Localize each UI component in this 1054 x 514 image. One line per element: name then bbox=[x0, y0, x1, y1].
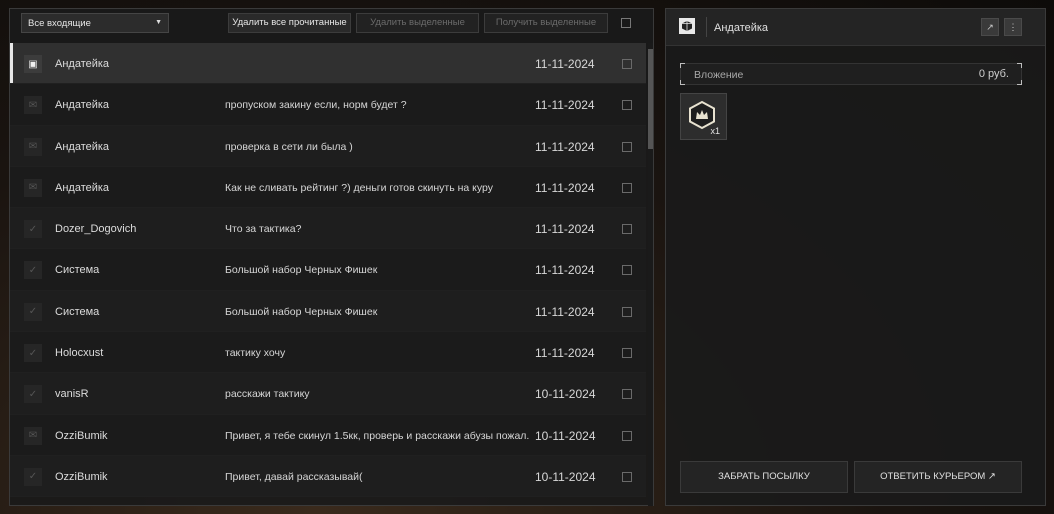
message-sender: Holocxust bbox=[55, 347, 104, 360]
message-sender: Андатейка bbox=[55, 140, 110, 153]
message-date: 11-11-2024 bbox=[535, 180, 595, 195]
message-row[interactable]: ✓ Holocxust тактику хочу 11-11-2024 bbox=[10, 332, 646, 374]
check-icon: ✓ bbox=[24, 302, 42, 321]
envelope-icon: ✉ bbox=[24, 426, 42, 445]
message-date: 11-11-2024 bbox=[535, 139, 595, 154]
check-icon: ✓ bbox=[24, 385, 42, 404]
message-subject: Большой набор Черных Фишек bbox=[225, 264, 378, 277]
message-checkbox[interactable] bbox=[622, 389, 632, 400]
chevron-down-icon: ▼ bbox=[155, 19, 162, 26]
message-subject: Привет, я тебе скинул 1.5кк, проверь и р… bbox=[225, 429, 530, 442]
inbox-panel: Все входящие ▼ Удалить все прочитанные У… bbox=[9, 8, 654, 506]
open-external-button[interactable]: ↗ bbox=[981, 18, 999, 36]
message-date: 11-11-2024 bbox=[535, 222, 595, 237]
message-date: 11-11-2024 bbox=[535, 263, 595, 278]
message-subject: тактику хочу bbox=[225, 347, 286, 360]
detail-sender: Андатейка bbox=[714, 22, 769, 34]
parcel-icon: ▣ bbox=[24, 55, 42, 73]
message-checkbox[interactable] bbox=[622, 348, 632, 359]
message-row[interactable]: ✉ OzziBumik Привет, я тебе скинул 1.5кк, п… bbox=[10, 414, 646, 456]
message-row[interactable]: ▣ Андатейка 11-11-2024 bbox=[10, 43, 646, 85]
message-subject: Что за тактика? bbox=[225, 223, 302, 236]
item-quantity: x1 bbox=[710, 126, 720, 136]
message-detail-panel: Андатейка ↗ ⋮ Вложение 0 руб. x1 ЗАБРАТЬ… bbox=[665, 8, 1046, 506]
message-subject: Как не сливать рейтинг ?) деньги готов с… bbox=[225, 181, 493, 194]
message-checkbox[interactable] bbox=[622, 141, 632, 152]
message-date: 11-11-2024 bbox=[535, 98, 595, 113]
message-date: 10-11-2024 bbox=[535, 428, 596, 443]
check-icon: ✓ bbox=[24, 261, 42, 280]
detail-header: Андатейка ↗ ⋮ bbox=[666, 9, 1045, 46]
message-sender: OzziBumik bbox=[55, 429, 108, 442]
message-row[interactable]: ✓ Система Большой набор Черных Фишек 11-11-… bbox=[10, 249, 646, 291]
message-date: 10-11-2024 bbox=[535, 387, 596, 402]
message-sender: Система bbox=[55, 305, 100, 318]
message-subject: расскажи тактику bbox=[225, 388, 310, 401]
message-sender: OzziBumik bbox=[55, 470, 108, 483]
message-checkbox[interactable] bbox=[622, 224, 632, 235]
message-checkbox[interactable] bbox=[622, 59, 632, 69]
parcel-icon bbox=[679, 18, 695, 34]
message-subject: Привет, давай рассказывай( bbox=[225, 470, 363, 483]
message-date: 11-11-2024 bbox=[535, 346, 595, 361]
envelope-icon: ✉ bbox=[24, 96, 42, 115]
message-subject: Большой набор Черных Фишек bbox=[225, 305, 378, 318]
check-icon: ✓ bbox=[24, 467, 42, 486]
message-row[interactable]: ✉ Андатейка Как не сливать рейтинг ?) день… bbox=[10, 166, 646, 209]
message-subject: проверка в сети ли была ) bbox=[225, 140, 353, 153]
message-row[interactable]: ✉ Андатейка проверка в сети ли была ) 11-11… bbox=[10, 125, 646, 167]
more-menu-button[interactable]: ⋮ bbox=[1004, 18, 1022, 36]
inbox-toolbar: Все входящие ▼ Удалить все прочитанные У… bbox=[10, 9, 653, 41]
message-sender: Андатейка bbox=[55, 58, 110, 70]
envelope-icon: ✉ bbox=[24, 137, 42, 156]
message-sender: Dozer_Dogovich bbox=[55, 223, 137, 236]
filter-select-value: Все входящие bbox=[28, 18, 91, 29]
message-row[interactable]: ✓ OzziBumik Привет, давай рассказывай( 10-1… bbox=[10, 455, 646, 498]
message-sender: Система bbox=[55, 264, 100, 277]
message-list-scrollbar[interactable] bbox=[648, 43, 653, 506]
message-sender: Андатейка bbox=[55, 181, 110, 194]
message-row[interactable]: ✓ Dozer_Dogovich Что за тактика? 11-11-2024 bbox=[10, 208, 646, 250]
message-row[interactable]: ✉ Андатейка пропуском закину если, норм бу… bbox=[10, 84, 646, 126]
message-subject: пропуском закину если, норм будет ? bbox=[225, 99, 407, 112]
message-row[interactable]: ✓ vanisR расскажи тактику 10-11-2024 bbox=[10, 373, 646, 415]
message-checkbox[interactable] bbox=[622, 306, 632, 317]
delete-all-read-button[interactable]: Удалить все прочитанные bbox=[228, 13, 351, 33]
message-checkbox[interactable] bbox=[622, 265, 632, 276]
message-date: 11-11-2024 bbox=[535, 57, 595, 71]
message-checkbox[interactable] bbox=[622, 100, 632, 111]
delete-selected-button[interactable]: Удалить выделенные bbox=[356, 13, 479, 33]
message-sender: vanisR bbox=[55, 388, 89, 401]
message-checkbox[interactable] bbox=[622, 182, 632, 193]
get-selected-button[interactable]: Получить выделенные bbox=[484, 13, 608, 33]
attachment-value: 0 руб. bbox=[978, 68, 1009, 80]
reply-courier-button[interactable]: ОТВЕТИТЬ КУРЬЕРОМ ↗ bbox=[854, 461, 1022, 493]
message-checkbox[interactable] bbox=[622, 471, 632, 482]
inbox-filter-select[interactable]: Все входящие ▼ bbox=[21, 13, 169, 33]
external-link-icon: ↗ bbox=[986, 22, 994, 32]
take-parcel-button[interactable]: ЗАБРАТЬ ПОСЫЛКУ bbox=[680, 461, 848, 493]
header-divider bbox=[706, 17, 707, 37]
attachment-bar: Вложение 0 руб. bbox=[680, 63, 1022, 85]
message-row[interactable]: ✓ Система Большой набор Черных Фишек 11-11-… bbox=[10, 290, 646, 333]
select-all-checkbox[interactable] bbox=[621, 18, 631, 28]
message-list: ▣ Андатейка 11-11-2024 ✉ Андатейка пропуском … bbox=[10, 43, 646, 506]
message-checkbox[interactable] bbox=[622, 430, 632, 441]
attachment-label: Вложение bbox=[694, 69, 744, 81]
check-icon: ✓ bbox=[24, 344, 42, 363]
message-date: 11-11-2024 bbox=[535, 304, 595, 319]
envelope-icon: ✉ bbox=[24, 178, 42, 197]
check-icon: ✓ bbox=[24, 220, 42, 239]
message-date: 10-11-2024 bbox=[535, 469, 596, 484]
kebab-menu-icon: ⋮ bbox=[1008, 22, 1018, 32]
attachment-item[interactable]: x1 bbox=[680, 93, 727, 140]
scrollbar-thumb[interactable] bbox=[648, 49, 653, 149]
message-sender: Андатейка bbox=[55, 99, 110, 112]
